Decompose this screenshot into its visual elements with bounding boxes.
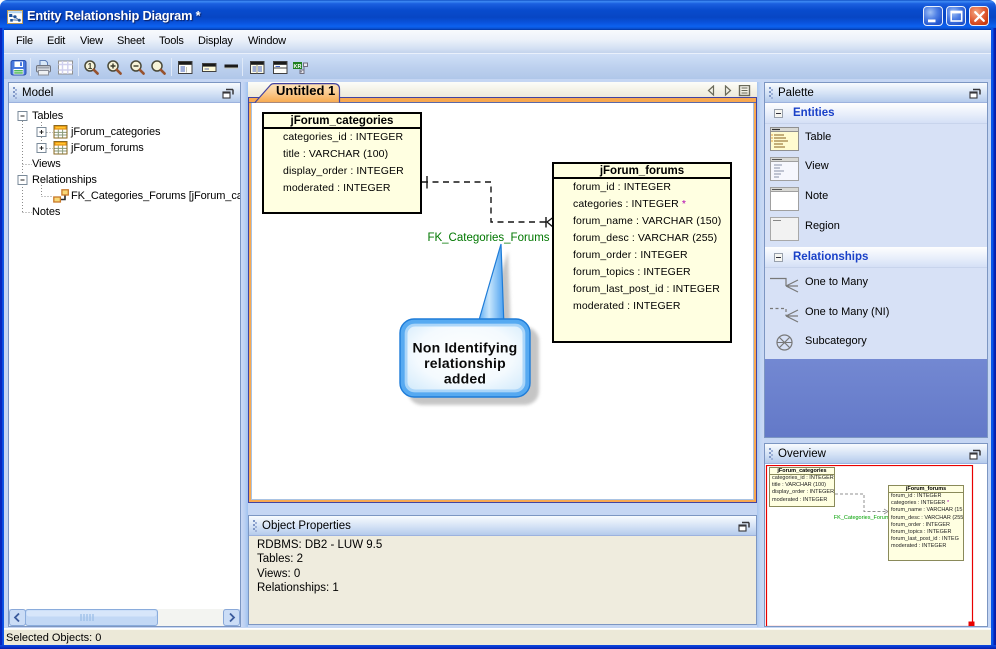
- svg-text:KR: KR: [294, 64, 302, 70]
- svg-text:FK_Categories_Forums: FK_Categories_Forums: [834, 515, 893, 521]
- svg-text:relationship: relationship: [424, 355, 506, 371]
- svg-text:1: 1: [88, 62, 93, 71]
- svg-text:added: added: [444, 371, 486, 387]
- svg-text:Non Identifying: Non Identifying: [413, 340, 518, 356]
- svg-text:FK_Categories_Forums: FK_Categories_Forums: [427, 232, 549, 244]
